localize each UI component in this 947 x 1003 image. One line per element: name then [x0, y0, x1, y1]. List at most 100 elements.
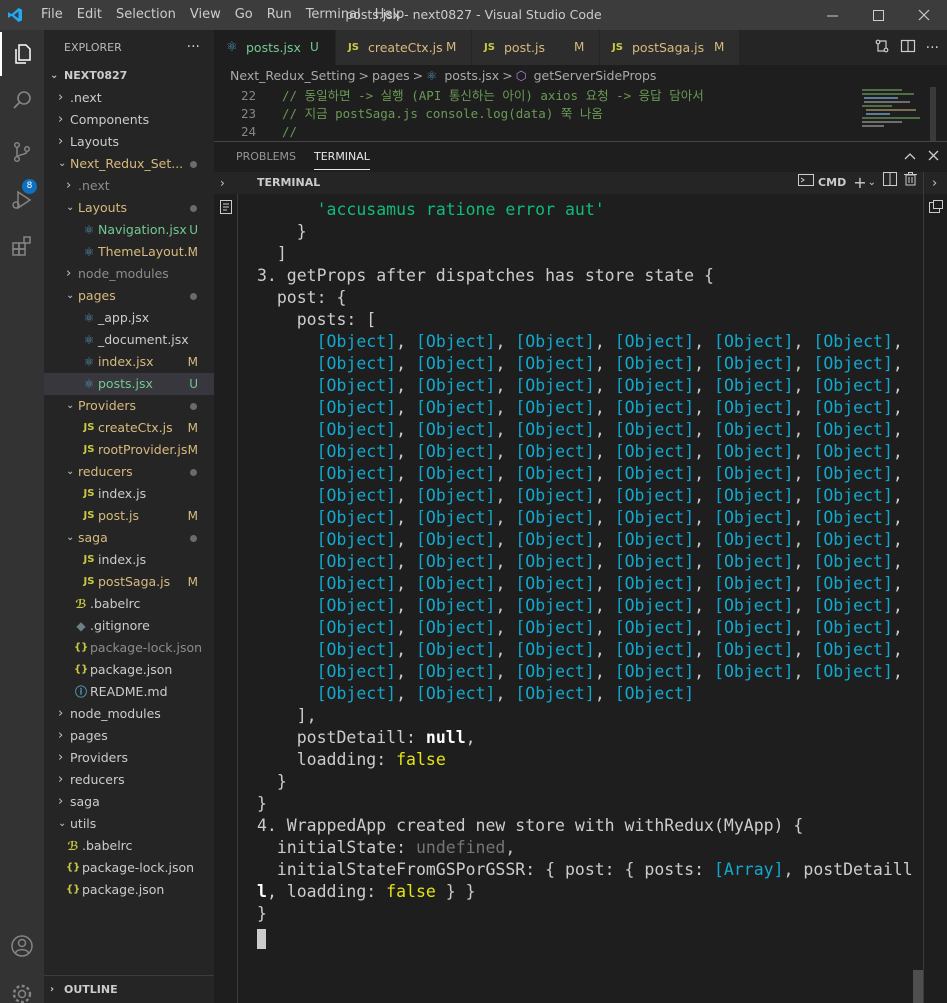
- menu-view[interactable]: View: [183, 0, 228, 30]
- minimap[interactable]: [854, 87, 936, 141]
- tree-item-babel[interactable]: ℬ .babelrc: [44, 593, 214, 615]
- breadcrumb-item[interactable]: posts.jsx: [444, 68, 499, 83]
- menu-edit[interactable]: Edit: [70, 0, 109, 30]
- terminal-object-token: [Object]: [813, 398, 893, 417]
- tree-item-json[interactable]: {} package-lock.json: [44, 637, 214, 659]
- terminal-text: ,: [505, 838, 516, 857]
- terminal-instance-icon[interactable]: [929, 200, 943, 218]
- tree-item-folder[interactable]: › .next: [44, 87, 214, 109]
- menu-selection[interactable]: Selection: [109, 0, 183, 30]
- tree-item-folder[interactable]: ⌄ saga: [44, 527, 214, 549]
- tree-item-react[interactable]: ⚛ index.jsx M: [44, 351, 214, 373]
- terminal-output[interactable]: 'accusamus ratione error aut' } ] 3. getP…: [257, 199, 913, 1003]
- tree-item-js[interactable]: JS index.js: [44, 549, 214, 571]
- tree-item-folder[interactable]: › node_modules: [44, 703, 214, 725]
- terminal-object-token: [Object]: [614, 596, 695, 615]
- explorer-root-folder[interactable]: ⌄ NEXT0827: [44, 65, 214, 87]
- close-panel-icon[interactable]: [928, 150, 939, 165]
- breadcrumb-item[interactable]: pages: [372, 68, 410, 83]
- chevron-down-icon: ⌄: [66, 532, 75, 543]
- extensions-icon[interactable]: [0, 224, 44, 268]
- source-control-icon[interactable]: [0, 130, 44, 174]
- tree-item-json[interactable]: {} package.json: [44, 659, 214, 681]
- run-debug-icon[interactable]: [0, 178, 44, 222]
- chevron-right-icon[interactable]: ›: [932, 176, 937, 191]
- tree-item-js[interactable]: JS postSaga.js M: [44, 571, 214, 593]
- split-editor-icon[interactable]: [900, 38, 916, 58]
- terminal-dropdown-icon[interactable]: ⌄: [868, 172, 876, 194]
- terminal-object-token: [Object]: [316, 486, 397, 505]
- tree-item-js[interactable]: JS rootProvider.js M: [44, 439, 214, 461]
- tree-item-folder[interactable]: ⌄ Next_Redux_Set...: [44, 153, 214, 175]
- close-window-button[interactable]: [901, 0, 947, 30]
- tree-item-folder[interactable]: › saga: [44, 791, 214, 813]
- more-actions-icon[interactable]: ···: [926, 40, 939, 56]
- tab-createCtx-js[interactable]: JS createCtx.js M: [336, 30, 472, 65]
- tree-item-folder[interactable]: ⌄ utils: [44, 813, 214, 835]
- maximize-panel-icon[interactable]: [904, 150, 916, 165]
- tree-item-folder[interactable]: ⌄ reducers: [44, 461, 214, 483]
- terminal-output-icon[interactable]: [220, 200, 232, 218]
- terminal-object-token: [Object]: [614, 486, 695, 505]
- code-editor[interactable]: 22 // 동일하면 -> 실행 (API 통신하는 아이) axios 요청 -…: [214, 87, 854, 139]
- tree-item-label: reducers: [70, 772, 125, 787]
- outline-section-header[interactable]: › OUTLINE: [44, 975, 214, 1003]
- tree-item-git[interactable]: ◆ .gitignore: [44, 615, 214, 637]
- tree-item-react[interactable]: ⚛ _document.jsx: [44, 329, 214, 351]
- tree-item-label: package-lock.json: [82, 860, 195, 875]
- menu-go[interactable]: Go: [228, 0, 260, 30]
- tree-item-react[interactable]: ⚛ posts.jsx U: [44, 373, 214, 395]
- more-actions-icon[interactable]: ···: [187, 30, 200, 65]
- tree-item-folder[interactable]: ⌄ Providers: [44, 395, 214, 417]
- tree-item-info[interactable]: ⓘ README.md: [44, 681, 214, 703]
- breadcrumb-item[interactable]: getServerSideProps: [534, 68, 657, 83]
- split-terminal-icon[interactable]: [883, 172, 897, 194]
- tree-item-folder[interactable]: › pages: [44, 725, 214, 747]
- account-icon[interactable]: [0, 924, 44, 968]
- tree-item-folder[interactable]: › reducers: [44, 769, 214, 791]
- tree-item-react[interactable]: ⚛ ThemeLayout... M: [44, 241, 214, 263]
- tree-item-js[interactable]: JS post.js M: [44, 505, 214, 527]
- tab-problems[interactable]: PROBLEMS: [236, 142, 296, 172]
- maximize-button[interactable]: [855, 0, 901, 30]
- tree-item-folder[interactable]: › Components: [44, 109, 214, 131]
- settings-gear-icon[interactable]: [0, 972, 44, 1003]
- menu-file[interactable]: File: [34, 0, 70, 30]
- tree-item-folder[interactable]: ⌄ pages: [44, 285, 214, 307]
- tree-item-folder[interactable]: › node_modules: [44, 263, 214, 285]
- tab-post-js[interactable]: JS post.js M: [472, 30, 600, 65]
- tab-posts-jsx[interactable]: ⚛ posts.jsx U: [214, 30, 336, 65]
- tree-item-react[interactable]: ⚛ Navigation.jsx U: [44, 219, 214, 241]
- menu-help[interactable]: Help: [368, 0, 412, 30]
- new-terminal-icon[interactable]: +: [853, 172, 866, 194]
- tree-item-folder[interactable]: › Layouts: [44, 131, 214, 153]
- tree-item-js[interactable]: JS index.js: [44, 483, 214, 505]
- terminal-object-token: [Object]: [813, 464, 893, 483]
- tree-item-folder[interactable]: › .next: [44, 175, 214, 197]
- explorer-icon[interactable]: [0, 32, 44, 76]
- breadcrumb-separator: >: [358, 68, 369, 83]
- terminal-toolbar: CMD + ⌄: [798, 172, 917, 194]
- terminal-line: }: [257, 793, 913, 815]
- tree-item-react[interactable]: ⚛ _app.jsx: [44, 307, 214, 329]
- chevron-right-icon[interactable]: ›: [220, 172, 225, 194]
- open-changes-icon[interactable]: [874, 38, 890, 58]
- tree-item-js[interactable]: JS createCtx.js M: [44, 417, 214, 439]
- minimize-button[interactable]: [809, 0, 855, 30]
- breadcrumb-item[interactable]: Next_Redux_Setting: [230, 68, 355, 83]
- tree-item-json[interactable]: {} package.json: [44, 879, 214, 901]
- menu-run[interactable]: Run: [260, 0, 299, 30]
- search-icon[interactable]: [0, 78, 44, 122]
- terminal-object-token: [Object]: [813, 618, 893, 637]
- menu-terminal[interactable]: Terminal: [299, 0, 368, 30]
- tree-item-folder[interactable]: › Providers: [44, 747, 214, 769]
- tab-postSaga-js[interactable]: JS postSaga.js M: [600, 30, 740, 65]
- terminal-object-token: [Object]: [813, 420, 893, 439]
- tab-terminal[interactable]: TERMINAL: [314, 142, 370, 170]
- terminal-object-token: [Object]: [714, 596, 794, 615]
- tree-item-babel[interactable]: ℬ .babelrc: [44, 835, 214, 857]
- tree-item-json[interactable]: {} package-lock.json: [44, 857, 214, 879]
- terminal-scrollbar[interactable]: [913, 970, 923, 1003]
- trash-icon[interactable]: [904, 172, 917, 194]
- tree-item-folder[interactable]: ⌄ Layouts: [44, 197, 214, 219]
